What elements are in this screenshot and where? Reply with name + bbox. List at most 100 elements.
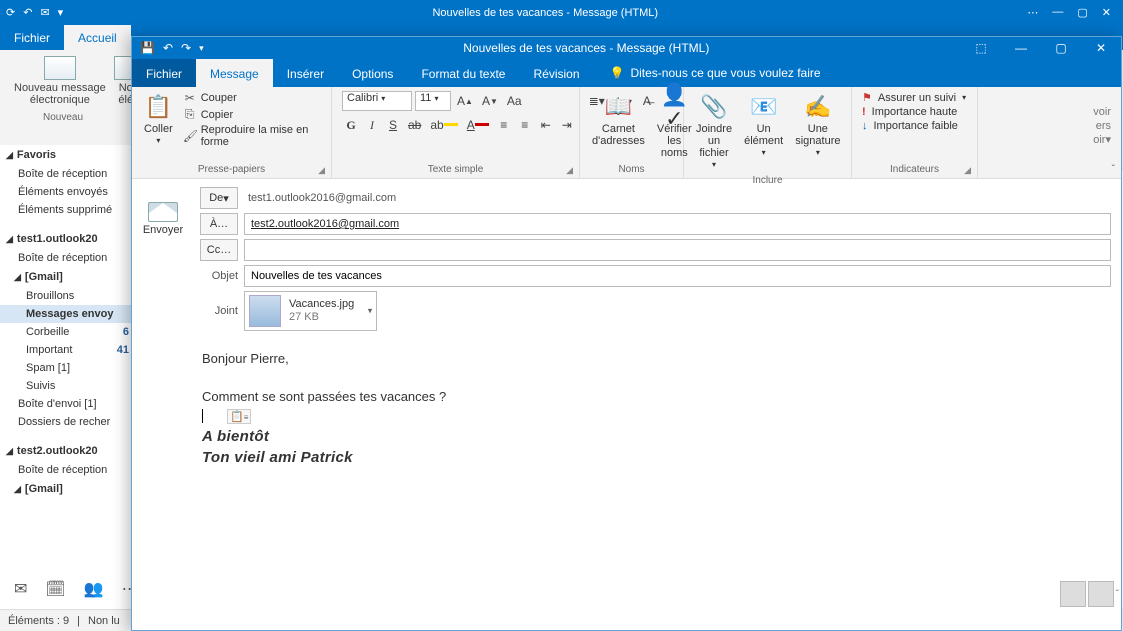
- sidebar-search-folders[interactable]: Dossiers de recher: [0, 413, 135, 431]
- parent-maximize-icon[interactable]: ▢: [1077, 6, 1087, 19]
- tab-message[interactable]: Message: [196, 59, 273, 87]
- sidebar-spam[interactable]: Spam [1]: [0, 359, 135, 377]
- align-left-button[interactable]: ≡: [495, 115, 513, 135]
- sidebar-gmail-header[interactable]: ◢[Gmail]: [0, 267, 135, 287]
- qat-undo2-icon[interactable]: ↶: [163, 41, 173, 55]
- qat-redo-icon[interactable]: ↷: [181, 41, 191, 55]
- tab-review[interactable]: Révision: [519, 59, 593, 87]
- paste-options-icon[interactable]: 📋≡: [227, 409, 251, 424]
- nav-bar: ✉ 🗓 👥 ⋯: [4, 575, 148, 605]
- qat-send-receive-icon[interactable]: ⟳: [6, 6, 15, 19]
- sidebar-trash[interactable]: Corbeille6: [0, 323, 135, 341]
- qat-undo-icon[interactable]: ↶: [23, 6, 32, 19]
- font-name-select[interactable]: Calibri ▾: [342, 91, 412, 111]
- follow-up-button[interactable]: ⚑Assurer un suivi▾: [862, 91, 966, 104]
- sidebar-account2-header[interactable]: ◢test2.outlook20: [0, 441, 135, 461]
- from-value: test1.outlook2016@gmail.com: [244, 192, 396, 204]
- nav-people-icon[interactable]: 👥: [84, 579, 104, 601]
- align-center-button[interactable]: ≡: [516, 115, 534, 135]
- tab-options[interactable]: Options: [338, 59, 407, 87]
- sidebar-drafts[interactable]: Brouillons: [0, 287, 135, 305]
- grow-font-button[interactable]: A▲: [454, 91, 476, 111]
- parent-window-title: Nouvelles de tes vacances - Message (HTM…: [63, 7, 1027, 19]
- ribbon-group-new: Nouveau: [8, 112, 118, 123]
- low-importance-button[interactable]: ↓Importance faible: [862, 120, 966, 132]
- highlight-button[interactable]: ab: [427, 115, 460, 135]
- qat-dropdown-icon[interactable]: ▾: [199, 43, 204, 54]
- collapse-ribbon-icon[interactable]: ˇ: [1112, 164, 1115, 175]
- sidebar-fav-deleted[interactable]: Éléments supprimé: [0, 201, 135, 219]
- sidebar-favorites-header[interactable]: ◢Favoris: [0, 145, 135, 165]
- underline-button[interactable]: S: [384, 115, 402, 135]
- sidebar-followed[interactable]: Suivis: [0, 377, 135, 395]
- sidebar-fav-sent[interactable]: Éléments envoyés: [0, 183, 135, 201]
- qat-save-icon[interactable]: 💾: [140, 41, 155, 55]
- copy-button[interactable]: ⎘Copier: [183, 107, 321, 122]
- signature-icon: ✍: [804, 93, 832, 121]
- sidebar-important[interactable]: Important41: [0, 341, 135, 359]
- to-field[interactable]: [244, 213, 1111, 235]
- body-line1: Comment se sont passées tes vacances ?: [202, 389, 1109, 404]
- italic-button[interactable]: I: [363, 115, 381, 135]
- qat-icon[interactable]: ✉: [40, 6, 49, 19]
- to-button[interactable]: À…: [200, 213, 238, 235]
- strike-button[interactable]: ab: [405, 115, 424, 135]
- subject-field[interactable]: [244, 265, 1111, 287]
- ribbon-group-basic-text: Texte simple◢: [338, 163, 573, 176]
- avatar[interactable]: [1060, 581, 1086, 607]
- tab-format-text[interactable]: Format du texte: [407, 59, 519, 87]
- tab-insert[interactable]: Insérer: [273, 59, 338, 87]
- sidebar-fav-inbox[interactable]: Boîte de réception: [0, 165, 135, 183]
- body-sig1: A bientôt: [202, 428, 1109, 445]
- nav-calendar-icon[interactable]: 🗓: [45, 579, 65, 601]
- parent-minimize-icon[interactable]: —: [1052, 6, 1063, 19]
- cc-button[interactable]: Cc…: [200, 239, 238, 261]
- tab-file[interactable]: Fichier: [132, 59, 196, 87]
- bold-button[interactable]: G: [342, 115, 360, 135]
- parent-close-icon[interactable]: ✕: [1102, 6, 1111, 19]
- high-importance-button[interactable]: !Importance haute: [862, 106, 966, 118]
- message-body[interactable]: Bonjour Pierre, Comment se sont passées …: [200, 341, 1111, 561]
- from-button[interactable]: De ▾: [200, 187, 238, 209]
- cc-field[interactable]: [244, 239, 1111, 261]
- paste-icon: 📋: [144, 93, 172, 121]
- parent-tab-home[interactable]: Accueil: [64, 25, 131, 50]
- ribbon-overflow[interactable]: voirersoir▾: [1093, 105, 1111, 148]
- cut-button[interactable]: ✂Couper: [183, 91, 321, 105]
- compose-maximize-icon[interactable]: ▢: [1041, 37, 1081, 59]
- parent-ribbon-opts-icon[interactable]: ⋯: [1027, 6, 1038, 19]
- nav-mail-icon[interactable]: ✉: [14, 579, 27, 601]
- compose-ribbon-options-icon[interactable]: ⬚: [961, 37, 1001, 59]
- send-button[interactable]: Envoyer: [136, 195, 190, 243]
- new-email-button[interactable]: Nouveau message électronique: [8, 52, 112, 110]
- sidebar-outbox[interactable]: Boîte d'envoi [1]: [0, 395, 135, 413]
- paste-button[interactable]: 📋 Coller ▾: [138, 89, 179, 150]
- compose-minimize-icon[interactable]: —: [1001, 37, 1041, 59]
- decrease-indent-button[interactable]: ⇤: [537, 115, 555, 135]
- tell-me-search[interactable]: 💡 Dites-nous ce que vous voulez faire: [594, 59, 821, 87]
- format-painter-button[interactable]: 🖌Reproduire la mise en forme: [183, 124, 321, 148]
- compose-close-icon[interactable]: ✕: [1081, 37, 1121, 59]
- sidebar-gmail2-header[interactable]: ◢[Gmail]: [0, 479, 135, 499]
- attach-file-button[interactable]: 📎 Joindre un fichier▾: [690, 89, 738, 174]
- compose-titlebar: 💾 ↶ ↷ ▾ Nouvelles de tes vacances - Mess…: [132, 37, 1121, 59]
- sidebar-account1-header[interactable]: ◢test1.outlook20: [0, 229, 135, 249]
- shrink-font-button[interactable]: A▼: [479, 91, 501, 111]
- attachment-dropdown-icon[interactable]: ▾: [368, 306, 373, 317]
- people-pane-toggle-icon[interactable]: ˇ: [1116, 589, 1119, 600]
- increase-indent-button[interactable]: ⇥: [558, 115, 576, 135]
- lightbulb-icon: 💡: [610, 66, 625, 80]
- address-book-button[interactable]: 📖 Carnet d'adresses: [586, 89, 651, 151]
- signature-button[interactable]: ✍ Une signature▾: [789, 89, 846, 162]
- attach-item-button[interactable]: 📧 Un élément▾: [738, 89, 789, 162]
- sidebar-acct2-inbox[interactable]: Boîte de réception: [0, 461, 135, 479]
- change-case-button[interactable]: Aa: [504, 91, 525, 111]
- font-color-button[interactable]: A: [464, 115, 492, 135]
- attach-item-icon: 📧: [750, 93, 778, 121]
- parent-tab-file[interactable]: Fichier: [0, 25, 64, 50]
- sidebar-acct1-inbox[interactable]: Boîte de réception: [0, 249, 135, 267]
- font-size-select[interactable]: 11 ▾: [415, 91, 451, 111]
- attachment-chip[interactable]: Vacances.jpg 27 KB ▾: [244, 291, 377, 331]
- avatar[interactable]: [1088, 581, 1114, 607]
- sidebar-sent-messages[interactable]: Messages envoy: [0, 305, 135, 323]
